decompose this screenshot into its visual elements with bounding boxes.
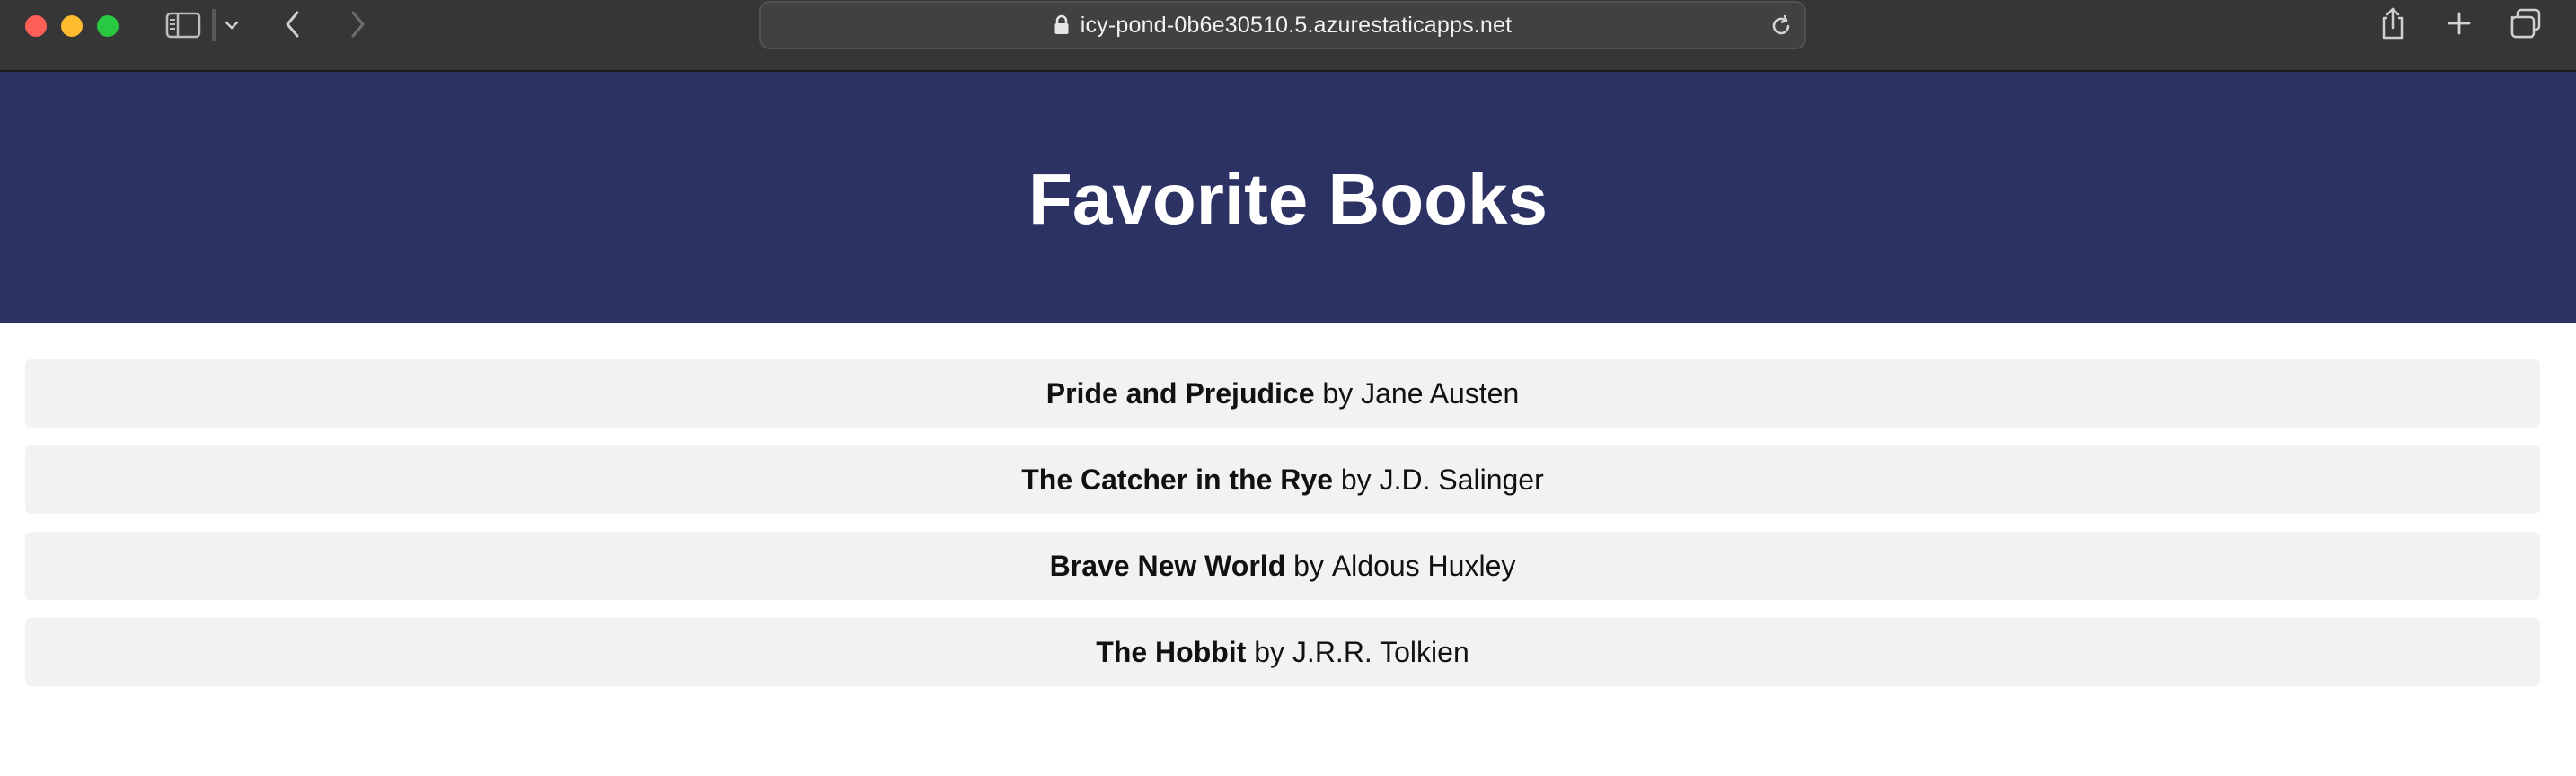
toolbar-divider <box>212 9 216 41</box>
browser-toolbar: icy-pond-0b6e30510.5.azurestaticapps.net <box>0 0 2576 72</box>
book-list-item: The Hobbit by J.R.R. Tolkien <box>25 618 2540 686</box>
plus-icon[interactable] <box>2443 7 2475 40</box>
page-header: Favorite Books <box>0 72 2576 323</box>
back-arrow-icon[interactable] <box>278 7 307 41</box>
window-close-button[interactable] <box>25 15 47 37</box>
share-icon[interactable] <box>2377 4 2409 43</box>
book-by-word: by <box>1254 635 1285 668</box>
lock-icon <box>1054 14 1070 36</box>
book-list-item: Pride and Prejudice by Jane Austen <box>25 359 2540 428</box>
page-title: Favorite Books <box>1028 159 1548 239</box>
forward-arrow-icon[interactable] <box>343 7 372 41</box>
book-author: Jane Austen <box>1361 376 1520 410</box>
book-author: J.D. Salinger <box>1379 463 1544 496</box>
book-by-word: by <box>1340 463 1372 496</box>
book-author: J.R.R. Tolkien <box>1292 635 1469 668</box>
book-by-word: by <box>1322 376 1354 410</box>
window-minimize-button[interactable] <box>61 15 83 37</box>
book-list-item: Brave New World by Aldous Huxley <box>25 532 2540 600</box>
reload-icon[interactable] <box>1769 13 1794 43</box>
sidebar-icon[interactable] <box>163 9 203 41</box>
book-title: The Catcher in the Rye <box>1021 463 1333 496</box>
book-list: Pride and Prejudice by Jane Austen The C… <box>25 359 2540 704</box>
book-by-word: by <box>1293 549 1324 582</box>
url-text: icy-pond-0b6e30510.5.azurestaticapps.net <box>1080 12 1513 38</box>
book-title: The Hobbit <box>1096 635 1247 668</box>
address-bar[interactable]: icy-pond-0b6e30510.5.azurestaticapps.net <box>759 1 1806 49</box>
tab-overview-icon[interactable] <box>2508 5 2544 41</box>
book-list-item: The Catcher in the Rye by J.D. Salinger <box>25 445 2540 514</box>
chevron-down-icon[interactable] <box>221 13 243 38</box>
book-title: Pride and Prejudice <box>1045 376 1315 410</box>
window-zoom-button[interactable] <box>97 15 119 37</box>
book-title: Brave New World <box>1049 549 1286 582</box>
book-author: Aldous Huxley <box>1331 549 1516 582</box>
